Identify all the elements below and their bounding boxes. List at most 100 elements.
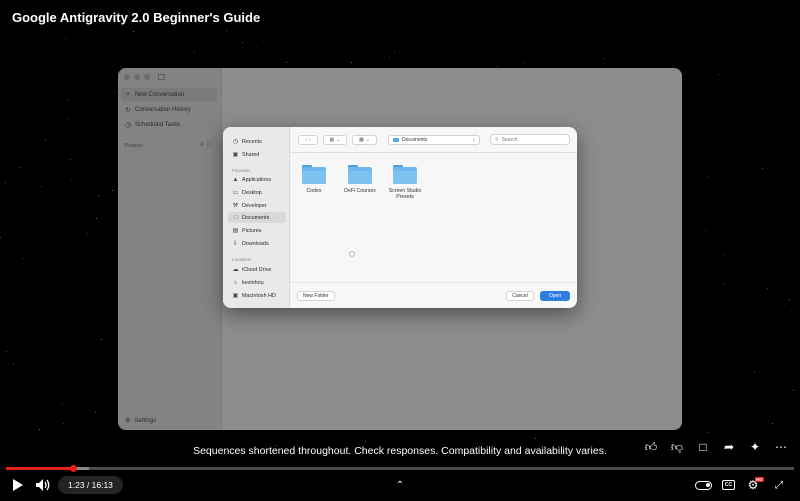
group-icon: ▩: [359, 137, 364, 143]
cancel-button[interactable]: Cancel: [506, 291, 534, 301]
hammer-icon: ⚒: [232, 203, 239, 209]
star: [194, 51, 195, 52]
folder-item-defi-courses[interactable]: DeFi Courses: [340, 165, 380, 194]
volume-button[interactable]: [36, 478, 52, 492]
filter-icon[interactable]: ≡: [200, 142, 204, 148]
play-button[interactable]: [10, 478, 24, 492]
captions-button[interactable]: CC: [722, 480, 735, 490]
star: [707, 432, 708, 433]
document-icon: □: [233, 214, 238, 221]
view-mode-button[interactable]: ▦ ⌄: [323, 135, 347, 145]
sidebar-item-new-conversation[interactable]: + New Conversation: [121, 88, 217, 101]
play-icon: [12, 479, 23, 491]
star: [723, 254, 724, 255]
star: [226, 30, 227, 31]
dialog-sidebar-item-documents[interactable]: □ Documents: [228, 212, 286, 223]
close-window-button[interactable]: [124, 74, 130, 80]
sidebar-item-conversation-history[interactable]: ↻ Conversation History: [121, 103, 217, 116]
chevron-down-icon: ⌄: [336, 137, 341, 143]
sidebar-item-label: New Conversation: [135, 91, 185, 98]
sidebar-item-label: Conversation History: [135, 106, 191, 113]
settings-button[interactable]: ⚙ Settings: [121, 417, 157, 425]
exit-fullscreen-button[interactable]: ⤢: [772, 478, 786, 492]
star: [767, 288, 768, 289]
dialog-sidebar-item-downloads[interactable]: ⇩ Downloads: [228, 238, 286, 249]
star: [109, 99, 110, 100]
group-button[interactable]: ▩ ⌄: [352, 135, 377, 145]
dialog-sidebar-item-macintosh-hd[interactable]: ▣ Macintosh HD: [228, 290, 286, 301]
open-button[interactable]: Open: [540, 291, 570, 301]
star: [5, 182, 6, 183]
dialog-sidebar-label: Macintosh HD: [242, 292, 276, 299]
download-icon: ⇩: [232, 241, 239, 247]
dialog-sidebar-item-developer[interactable]: ⚒ Developer: [228, 200, 286, 211]
app-sidebar: + New Conversation ↻ Conversation Histor…: [118, 68, 222, 430]
projects-actions: ≡ □: [200, 142, 211, 148]
star: [286, 62, 287, 63]
folder-icon: [393, 138, 399, 142]
autoplay-toggle[interactable]: [695, 481, 712, 490]
star: [365, 441, 366, 442]
zoom-window-button[interactable]: [144, 74, 150, 80]
dialog-sidebar-item-pictures[interactable]: ▤ Pictures: [228, 225, 286, 236]
folder-name: Screen Studio Presets: [388, 188, 422, 200]
shared-folder-icon: ▣: [232, 152, 239, 158]
more-options-icon[interactable]: ⋯: [774, 440, 788, 454]
star: [45, 139, 46, 140]
dialog-sidebar-item-desktop[interactable]: ▭ Desktop: [228, 187, 286, 198]
thumbs-up-icon[interactable]: 👍︎: [644, 440, 658, 454]
comment-icon[interactable]: □: [696, 440, 710, 454]
dialog-sidebar-item-recents[interactable]: ◷ Recents: [228, 136, 286, 147]
dialog-sidebar-item-applications[interactable]: ▲ Applications: [228, 174, 286, 185]
folder-item-codex[interactable]: Codex: [294, 165, 334, 194]
star: [394, 52, 395, 53]
star: [765, 248, 766, 249]
star: [497, 66, 498, 67]
dialog-sidebar-label: Applications: [242, 176, 272, 183]
folder-icon: [302, 165, 326, 184]
dialog-footer: New Folder Cancel Open: [290, 282, 577, 308]
search-input[interactable]: [501, 136, 562, 143]
hd-badge: HD: [755, 477, 764, 482]
clock-icon: ◷: [232, 139, 239, 145]
chapters-expand-button[interactable]: ⌃: [393, 478, 407, 492]
dialog-sidebar-item-shared[interactable]: ▣ Shared: [228, 149, 286, 160]
grid-view-icon: ▦: [329, 137, 335, 143]
star: [689, 217, 690, 218]
projects-heading: Projects: [125, 143, 144, 149]
location-dropdown[interactable]: Documents ↕: [388, 135, 480, 145]
share-icon[interactable]: ➦: [722, 440, 736, 454]
star: [535, 438, 536, 439]
drive-icon: ▣: [232, 293, 239, 299]
star: [789, 299, 790, 300]
star: [0, 237, 1, 238]
thumbs-down-icon[interactable]: 👎︎: [670, 440, 684, 454]
star: [2, 293, 3, 294]
dialog-sidebar-label: kevinhou: [242, 279, 264, 286]
back-forward-buttons[interactable]: ‹ ›: [298, 135, 318, 145]
progress-bar[interactable]: [6, 467, 794, 470]
new-folder-button[interactable]: New Folder: [297, 291, 335, 301]
star: [95, 412, 96, 413]
dialog-sidebar-item-icloud-drive[interactable]: ☁ iCloud Drive: [228, 264, 286, 275]
sparkle-icon[interactable]: ✦: [748, 440, 762, 454]
folder-item-screen-studio-presets[interactable]: Screen Studio Presets: [385, 165, 425, 200]
exit-fullscreen-icon: ⤢: [775, 479, 783, 491]
star: [524, 62, 525, 63]
star: [71, 179, 72, 180]
search-field[interactable]: ⚲: [490, 134, 570, 145]
chevron-right-icon[interactable]: ›: [309, 137, 311, 143]
dialog-sidebar-label: Developer: [242, 202, 267, 209]
star: [705, 230, 706, 231]
star: [724, 284, 725, 285]
sidebar-toggle-icon[interactable]: [158, 74, 165, 80]
settings-label: Settings: [134, 417, 157, 424]
dialog-sidebar-item-home[interactable]: ⌂ kevinhou: [228, 277, 286, 288]
progress-scrubber-handle[interactable]: [69, 465, 77, 472]
minimize-window-button[interactable]: [134, 74, 140, 80]
picture-icon: ▤: [232, 228, 239, 234]
chevron-left-icon[interactable]: ‹: [305, 137, 307, 143]
sidebar-item-scheduled-tasks[interactable]: ◷ Scheduled Tasks: [121, 118, 217, 131]
add-folder-icon[interactable]: □: [208, 142, 212, 148]
time-display: 1:23 / 16:13: [58, 476, 123, 494]
